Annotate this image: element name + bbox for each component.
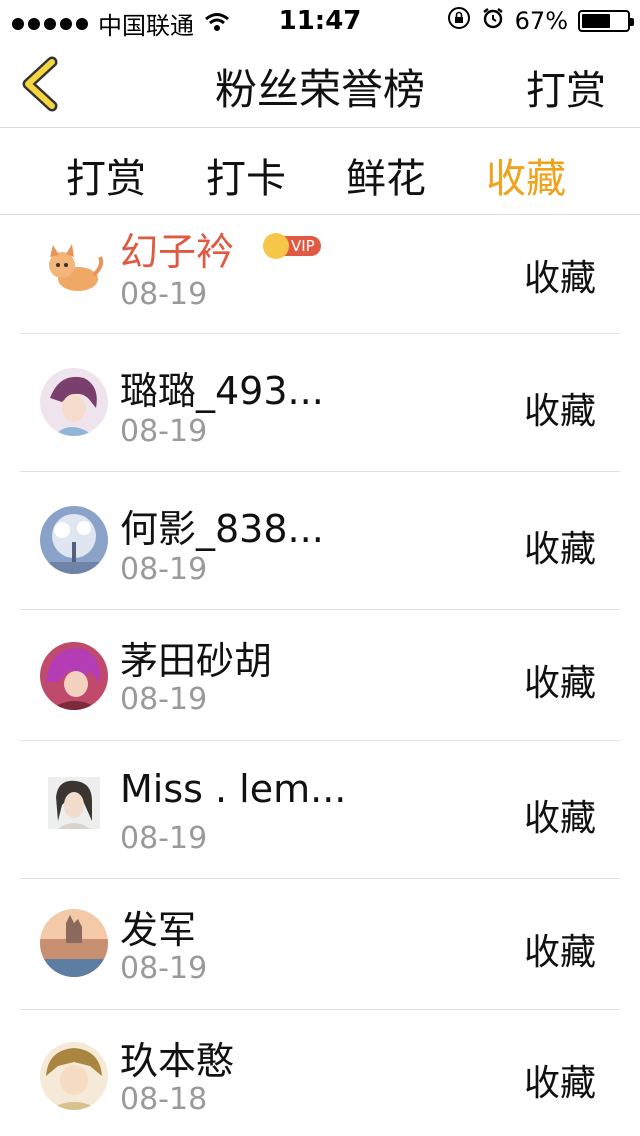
list-item[interactable]: Miss . lem... 08-19 收藏 bbox=[0, 741, 640, 879]
battery-percent: 67% bbox=[514, 7, 568, 35]
list-item[interactable]: 玖本憨 08-18 收藏 bbox=[0, 1010, 640, 1136]
orientation-lock-icon bbox=[447, 6, 471, 36]
list-item[interactable]: 幻子衿 VIP 08-19 收藏 bbox=[0, 215, 640, 334]
action-date: 08-18 bbox=[120, 1082, 208, 1117]
user-name: 茅田砂胡 bbox=[120, 639, 273, 683]
action-date: 08-19 bbox=[120, 277, 208, 312]
avatar bbox=[40, 506, 108, 574]
list-item[interactable]: 何影_838... 08-19 收藏 bbox=[0, 472, 640, 610]
vip-badge: VIP bbox=[263, 233, 321, 259]
battery-icon bbox=[578, 10, 634, 32]
action-type: 收藏 bbox=[523, 258, 596, 299]
reward-button[interactable]: 打赏 bbox=[526, 58, 606, 116]
crown-icon bbox=[263, 233, 289, 259]
avatar bbox=[40, 642, 108, 710]
user-name: 玖本憨 bbox=[120, 1039, 235, 1083]
tab-flowers[interactable]: 鲜花 bbox=[346, 146, 426, 204]
avatar bbox=[40, 235, 108, 303]
alarm-icon bbox=[481, 6, 505, 36]
action-type: 收藏 bbox=[523, 932, 596, 973]
user-name: Miss . lem... bbox=[120, 767, 347, 811]
action-date: 08-19 bbox=[120, 682, 208, 717]
user-name: 璐璐_493... bbox=[120, 369, 324, 413]
user-name: 发军 bbox=[120, 908, 197, 952]
action-date: 08-19 bbox=[120, 821, 208, 856]
action-date: 08-19 bbox=[120, 552, 208, 587]
list-item[interactable]: 发军 08-19 收藏 bbox=[0, 879, 640, 1010]
user-name: 何影_838... bbox=[120, 507, 324, 551]
tab-reward[interactable]: 打赏 bbox=[66, 146, 146, 204]
battery-tip bbox=[630, 18, 634, 26]
action-type: 收藏 bbox=[523, 529, 596, 570]
avatar bbox=[48, 777, 100, 829]
tab-favorites[interactable]: 收藏 bbox=[486, 146, 566, 204]
action-type: 收藏 bbox=[523, 391, 596, 432]
nav-bar: 粉丝荣誉榜 打赏 bbox=[0, 40, 640, 128]
tab-bar: 打赏 打卡 鲜花 收藏 bbox=[0, 128, 640, 215]
user-name: 幻子衿 bbox=[120, 230, 235, 274]
battery-level bbox=[582, 14, 611, 28]
avatar bbox=[40, 909, 108, 977]
avatar bbox=[40, 1042, 108, 1110]
status-bar-right: 67% bbox=[447, 6, 634, 36]
tab-checkin[interactable]: 打卡 bbox=[206, 146, 286, 204]
action-date: 08-19 bbox=[120, 951, 208, 986]
fan-list: 幻子衿 VIP 08-19 收藏 璐璐_493... 08-19 收藏 何影_8… bbox=[0, 215, 640, 1136]
avatar bbox=[40, 368, 108, 436]
action-type: 收藏 bbox=[523, 1063, 596, 1104]
list-item[interactable]: 茅田砂胡 08-19 收藏 bbox=[0, 610, 640, 741]
list-item[interactable]: 璐璐_493... 08-19 收藏 bbox=[0, 334, 640, 472]
action-type: 收藏 bbox=[523, 798, 596, 839]
action-type: 收藏 bbox=[523, 663, 596, 704]
action-date: 08-19 bbox=[120, 414, 208, 449]
status-bar: 中国联通 11:47 67% bbox=[0, 0, 640, 40]
